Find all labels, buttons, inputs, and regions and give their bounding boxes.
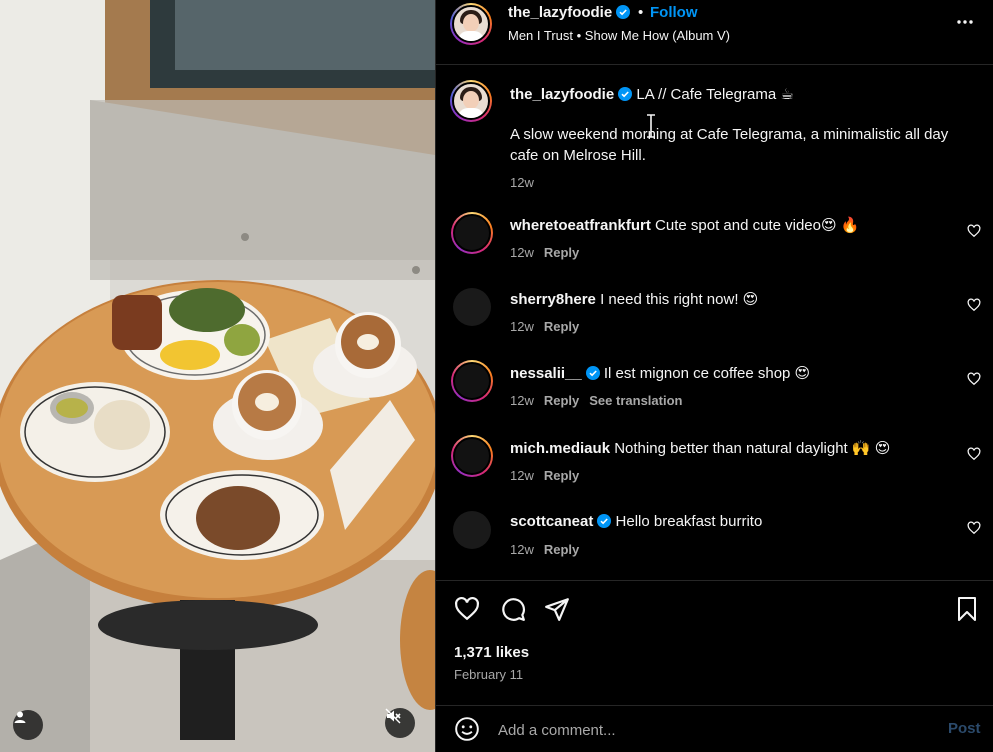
comment-item: scottcaneat Hello breakfast burrito 12w R… (436, 509, 993, 569)
comment-age: 12w (510, 468, 534, 483)
heart-icon[interactable] (454, 596, 480, 622)
author-username-link[interactable]: the_lazyfoodie (508, 4, 631, 21)
comment-meta: 12w Reply (510, 319, 589, 334)
comment-heart-icon[interactable] (967, 521, 981, 535)
reply-button[interactable]: Reply (544, 393, 579, 408)
follow-button[interactable]: Follow (650, 4, 698, 21)
muted-icon (385, 708, 401, 724)
comment-icon[interactable] (500, 596, 526, 622)
verified-badge-icon (597, 514, 612, 528)
commenter-avatar[interactable] (451, 212, 493, 254)
comment-username[interactable]: wheretoeatfrankfurt (510, 217, 651, 234)
more-options-icon[interactable] (956, 13, 974, 31)
caption-age: 12w (510, 175, 534, 190)
comment-age: 12w (510, 245, 534, 260)
comment-input[interactable] (498, 718, 918, 742)
comment-age: 12w (510, 319, 534, 334)
share-icon[interactable] (544, 596, 570, 622)
reply-button[interactable]: Reply (544, 542, 579, 557)
reply-button[interactable]: Reply (544, 319, 579, 334)
likes-count[interactable]: 1,371 likes (454, 644, 529, 661)
comment-username[interactable]: mich.mediauk (510, 440, 610, 457)
user-tag-button[interactable] (13, 710, 43, 740)
post-date: February 11 (454, 667, 524, 682)
comment-item: mich.mediauk Nothing better than natural… (436, 435, 993, 495)
comment-text-line: scottcaneat Hello breakfast burrito (510, 513, 762, 530)
comment-heart-icon[interactable] (967, 224, 981, 238)
caption-text-block: the_lazyfoodie LA // Cafe Telegrama ☕ A … (510, 84, 950, 190)
comment-text-line: wheretoeatfrankfurt Cute spot and cute v… (510, 216, 859, 234)
text-cursor-icon (647, 114, 655, 138)
caption-author-avatar[interactable] (450, 80, 492, 122)
author-avatar[interactable] (450, 3, 492, 45)
post-header: the_lazyfoodie • Follow Men I Trust • Sh… (436, 0, 993, 65)
bookmark-icon[interactable] (955, 596, 979, 622)
comment-text: Cute spot and cute video😍 🔥 (655, 217, 860, 234)
post-actions: 1,371 likes February 11 Post (436, 580, 993, 752)
commenter-avatar[interactable] (451, 435, 493, 477)
comment-meta: 12w Reply (510, 542, 589, 557)
comment-text-line: sherry8here I need this right now! 😍 (510, 290, 758, 308)
comment-item: nessalii__ Il est mignon ce coffee shop … (436, 360, 993, 420)
comment-item: wheretoeatfrankfurt Cute spot and cute v… (436, 212, 993, 272)
verified-badge-icon (618, 87, 633, 101)
caption-first-line: the_lazyfoodie LA // Cafe Telegrama ☕ (510, 84, 950, 105)
user-tag-icon (14, 711, 26, 723)
reply-button[interactable]: Reply (544, 468, 579, 483)
comment-heart-icon[interactable] (967, 447, 981, 461)
author-username[interactable]: the_lazyfoodie (508, 4, 612, 21)
post-details-panel: the_lazyfoodie • Follow Men I Trust • Sh… (435, 0, 993, 752)
header-separator: • (638, 4, 644, 21)
verified-badge-icon (616, 5, 631, 19)
comment-meta: 12w Reply (510, 245, 589, 260)
emoji-icon[interactable] (454, 716, 480, 742)
comment-text: Hello breakfast burrito (615, 513, 763, 530)
comment-text-line: mich.mediauk Nothing better than natural… (510, 439, 890, 457)
commenter-avatar[interactable] (453, 288, 491, 326)
comment-meta: 12w Reply See translation (510, 393, 692, 408)
comment-text: I need this right now! 😍 (600, 291, 759, 308)
caption-body: A slow weekend morning at Cafe Telegrama… (510, 126, 949, 164)
audio-link[interactable]: Men I Trust • Show Me How (Album V) (508, 28, 730, 43)
caption-username[interactable]: the_lazyfoodie (510, 86, 614, 103)
comment-heart-icon[interactable] (967, 372, 981, 386)
comment-username[interactable]: nessalii__ (510, 365, 582, 382)
comment-text-line: nessalii__ Il est mignon ce coffee shop … (510, 364, 810, 382)
verified-badge-icon (585, 366, 600, 380)
reply-button[interactable]: Reply (544, 245, 579, 260)
commenter-avatar[interactable] (451, 360, 493, 402)
cafe-photo (0, 0, 435, 752)
comment-text: Nothing better than natural daylight 🙌 😍 (614, 440, 891, 457)
comment-item: sherry8here I need this right now! 😍 12w… (436, 286, 993, 346)
comment-age: 12w (510, 542, 534, 557)
post-media[interactable] (0, 0, 435, 752)
see-translation-button[interactable]: See translation (589, 393, 682, 408)
comment-meta: 12w Reply (510, 468, 589, 483)
comment-username[interactable]: sherry8here (510, 291, 596, 308)
comment-text: Il est mignon ce coffee shop 😍 (603, 365, 811, 382)
comment-composer: Post (436, 705, 993, 752)
comment-heart-icon[interactable] (967, 298, 981, 312)
mute-toggle-button[interactable] (385, 708, 415, 738)
comment-age: 12w (510, 393, 534, 408)
comment-username[interactable]: scottcaneat (510, 513, 593, 530)
commenter-avatar[interactable] (453, 511, 491, 549)
post-comment-button[interactable]: Post (948, 720, 981, 737)
caption-location: LA // Cafe Telegrama ☕ (636, 86, 794, 103)
